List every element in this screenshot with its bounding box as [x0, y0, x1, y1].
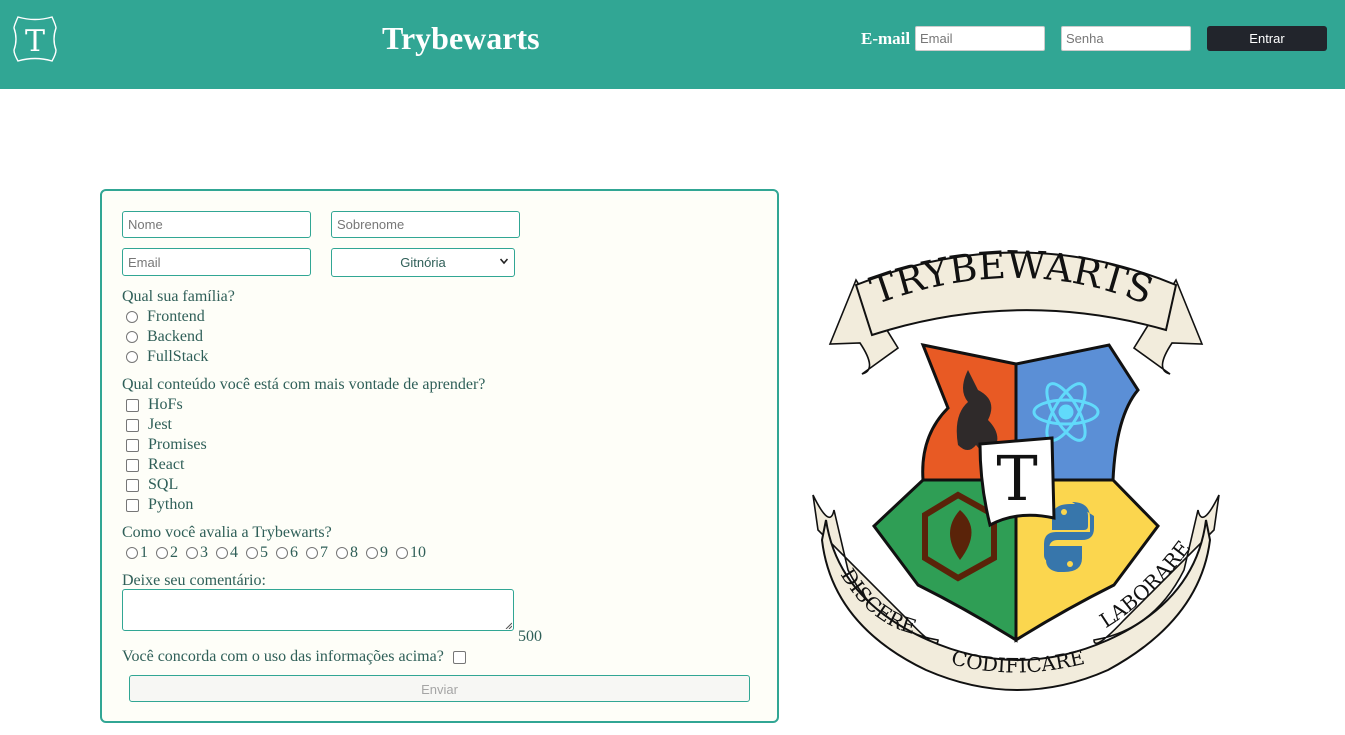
resize-grip-icon[interactable] — [505, 622, 512, 629]
family-option-frontend[interactable]: Frontend — [126, 307, 205, 327]
content-option-promises[interactable]: Promises — [126, 435, 207, 455]
radio-icon[interactable] — [156, 547, 168, 559]
rate-option[interactable]: 2 — [156, 543, 178, 563]
radio-icon[interactable] — [306, 547, 318, 559]
trybewarts-logo-icon: T — [13, 16, 57, 62]
checkbox-icon[interactable] — [126, 458, 139, 472]
checkbox-icon[interactable] — [126, 498, 139, 512]
rate-option[interactable]: 3 — [186, 543, 208, 563]
radio-icon[interactable] — [126, 331, 138, 343]
motto-codificare: CODIFICARE — [949, 645, 1087, 678]
checkbox-icon[interactable] — [126, 478, 139, 492]
radio-icon[interactable] — [276, 547, 288, 559]
content-option-python[interactable]: Python — [126, 495, 193, 515]
center-letter: T — [996, 442, 1037, 515]
email-input[interactable] — [122, 248, 311, 276]
radio-icon[interactable] — [186, 547, 198, 559]
login-email-label: E-mail — [861, 29, 911, 48]
name-input[interactable] — [122, 211, 311, 238]
rate-question: Como você avalia a Trybewarts? — [122, 524, 332, 541]
logo-letter: T — [25, 24, 45, 59]
rate-option[interactable]: 7 — [306, 543, 328, 563]
radio-icon[interactable] — [126, 311, 138, 323]
rate-option[interactable]: 4 — [216, 543, 238, 563]
rate-option[interactable]: 9 — [366, 543, 388, 563]
checkbox-icon[interactable] — [126, 438, 139, 452]
rate-option[interactable]: 6 — [276, 543, 298, 563]
checkbox-icon[interactable] — [126, 418, 139, 432]
agreement-row: Você concorda com o uso das informações … — [122, 647, 466, 667]
login-email-input[interactable] — [915, 26, 1045, 51]
rate-option[interactable]: 10 — [396, 543, 426, 563]
family-question: Qual sua família? — [122, 288, 235, 305]
radio-icon[interactable] — [246, 547, 258, 559]
agreement-checkbox[interactable] — [452, 650, 466, 664]
checkbox-icon[interactable] — [126, 398, 139, 412]
content-option-sql[interactable]: SQL — [126, 475, 178, 495]
comment-textarea[interactable] — [122, 589, 514, 631]
char-counter: 500 — [518, 628, 542, 645]
family-option-fullstack[interactable]: FullStack — [126, 347, 208, 367]
radio-icon[interactable] — [366, 547, 378, 559]
content-option-jest[interactable]: Jest — [126, 415, 172, 435]
trybewarts-crest: TRYBEWARTS T DISCERE CODIFICARE LABORARE — [812, 243, 1220, 691]
login-enter-button[interactable]: Entrar — [1207, 26, 1327, 51]
comment-label: Deixe seu comentário: — [122, 572, 266, 589]
submit-button[interactable]: Enviar — [129, 675, 750, 702]
family-option-backend[interactable]: Backend — [126, 327, 203, 347]
radio-icon[interactable] — [126, 547, 138, 559]
rate-option[interactable]: 1 — [126, 543, 148, 563]
house-select[interactable]: Gitnória — [331, 248, 515, 277]
lastname-input[interactable] — [331, 211, 520, 238]
house-select-value: Gitnória — [400, 255, 446, 270]
radio-icon[interactable] — [126, 351, 138, 363]
header-bar: T Trybewarts E-mail Entrar — [0, 0, 1345, 89]
radio-icon[interactable] — [396, 547, 408, 559]
content-option-hofs[interactable]: HoFs — [126, 395, 183, 415]
content-question: Qual conteúdo você está com mais vontade… — [122, 376, 486, 393]
radio-icon[interactable] — [336, 547, 348, 559]
rate-option[interactable]: 8 — [336, 543, 358, 563]
site-title: Trybewarts — [382, 20, 540, 56]
login-password-input[interactable] — [1061, 26, 1191, 51]
agreement-label: Você concorda com o uso das informações … — [122, 648, 444, 665]
evaluation-form: Gitnória Qual sua família? Frontend Back… — [100, 189, 779, 723]
content-option-react[interactable]: React — [126, 455, 184, 475]
chevron-down-icon — [500, 258, 508, 265]
rate-options: 1 2 3 4 5 6 7 8 9 10 — [126, 543, 434, 563]
radio-icon[interactable] — [216, 547, 228, 559]
rate-option[interactable]: 5 — [246, 543, 268, 563]
